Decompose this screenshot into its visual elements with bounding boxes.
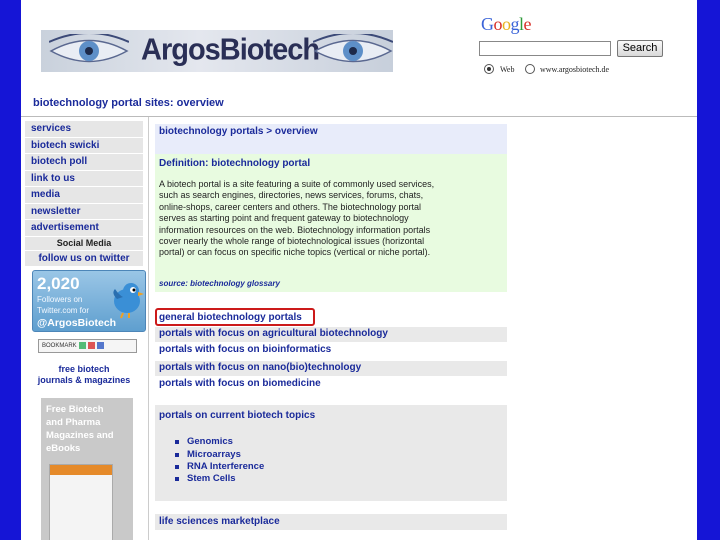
- promo-line: Free Biotech: [46, 404, 104, 415]
- promo-line: and Pharma: [46, 417, 101, 428]
- bullet-icon: [175, 465, 179, 469]
- nav-item-advertisement[interactable]: advertisement: [25, 220, 143, 237]
- social-media-heading: Social Media: [25, 236, 143, 251]
- topic-stem-cells[interactable]: Stem Cells: [187, 473, 236, 484]
- radio-web-label: Web: [500, 65, 515, 74]
- share-icon: [96, 341, 104, 349]
- eye-graphic-left: [49, 34, 129, 63]
- twitter-bird-icon: [113, 283, 144, 319]
- search-input[interactable]: [479, 41, 611, 56]
- free-journals-line1: free biotech: [58, 364, 110, 374]
- bullet-icon: [175, 440, 179, 444]
- definition-line: serves as starting point and frequent ga…: [159, 213, 409, 224]
- radio-site-label: www.argosbiotech.de: [540, 65, 610, 74]
- nav-item-link-to-us[interactable]: link to us: [25, 170, 143, 187]
- link-agricultural-portals[interactable]: portals with focus on agricultural biote…: [159, 328, 388, 339]
- magazine-cover-image: [49, 464, 113, 540]
- follow-twitter-link[interactable]: follow us on twitter: [25, 250, 143, 267]
- definition-line: cover nearly the whole range of biotechn…: [159, 236, 425, 247]
- definition-line: online-shops, career centers and others.…: [159, 201, 421, 212]
- topic-microarrays[interactable]: Microarrays: [187, 449, 241, 460]
- search-button[interactable]: Search: [617, 40, 663, 57]
- content-heading: biotechnology portals > overview: [159, 126, 318, 137]
- google-letter: g: [510, 14, 520, 34]
- definition-line: such as search engines, directories, new…: [159, 190, 424, 201]
- definition-title: Definition: biotechnology portal: [159, 158, 311, 169]
- magazine-promo[interactable]: Free Biotech and Pharma Magazines and eB…: [41, 398, 133, 540]
- topic-rna-interference[interactable]: RNA Interference: [187, 461, 264, 472]
- radio-site[interactable]: [525, 64, 535, 74]
- source-label: source:: [159, 279, 188, 288]
- bullet-icon: [175, 453, 179, 457]
- argosbiotech-banner[interactable]: ArgosBiotech: [41, 30, 393, 72]
- promo-line: Magazines and: [46, 430, 114, 441]
- eye-graphic-right: [313, 34, 393, 63]
- followers-label: Followers on: [37, 295, 83, 304]
- nav-item-biotech-poll[interactable]: biotech poll: [25, 154, 143, 171]
- radio-web[interactable]: [484, 64, 494, 74]
- header-divider: [21, 116, 697, 117]
- sidebar-divider: [148, 117, 149, 540]
- current-topics-heading[interactable]: portals on current biotech topics: [159, 410, 315, 421]
- nav-item-biotech-swicki[interactable]: biotech swicki: [25, 137, 143, 154]
- free-journals-link[interactable]: free biotech journals & magazines: [25, 364, 143, 386]
- definition-line: portal) or can focus on specific niche t…: [159, 247, 431, 258]
- free-journals-line2: journals & magazines: [37, 375, 131, 385]
- magazine-promo-title: Free Biotech and Pharma Magazines and eB…: [46, 403, 130, 455]
- logo-text: ArgosBiotech: [141, 33, 320, 67]
- google-logo: Google: [481, 14, 531, 35]
- twitter-followers-widget[interactable]: 2,020 Followers on Twitter.com for @Argo…: [32, 270, 146, 332]
- link-bioinformatics-portals[interactable]: portals with focus on bioinformatics: [159, 344, 331, 355]
- nav-item-services[interactable]: services: [25, 121, 143, 138]
- google-letter: e: [523, 14, 532, 34]
- nav-item-media[interactable]: media: [25, 187, 143, 204]
- definition-body: A biotech portal is a site featuring a s…: [159, 179, 495, 259]
- twitter-handle: @ArgosBiotech: [37, 317, 117, 329]
- sidebar-nav: services biotech swicki biotech poll lin…: [25, 121, 143, 267]
- promo-line: eBooks: [46, 443, 81, 454]
- follower-count: 2,020: [37, 274, 80, 293]
- link-life-sciences-marketplace[interactable]: life sciences marketplace: [159, 516, 280, 527]
- page-title: biotechnology portal sites: overview: [33, 97, 224, 109]
- google-letter: o: [502, 14, 511, 34]
- share-icon: [87, 341, 95, 349]
- bookmark-share-button[interactable]: BOOKMARK: [38, 339, 137, 353]
- twitter-label: Twitter.com for: [37, 306, 90, 315]
- link-nanobiotech-portals[interactable]: portals with focus on nano(bio)technolog…: [159, 362, 361, 373]
- browser-page: ArgosBiotech Google Search Web www.argos…: [21, 0, 697, 540]
- topic-genomics[interactable]: Genomics: [187, 436, 233, 447]
- bullet-icon: [175, 477, 179, 481]
- glossary-link[interactable]: biotechnology glossary: [190, 279, 280, 288]
- share-icon: [78, 341, 86, 349]
- definition-block: Definition: biotechnology portal A biote…: [159, 158, 495, 259]
- link-biomedicine-portals[interactable]: portals with focus on biomedicine: [159, 378, 321, 389]
- source-line: source: biotechnology glossary: [159, 279, 280, 288]
- bookmark-label: BOOKMARK: [42, 343, 77, 349]
- definition-line: information resources on the web. Biotec…: [159, 224, 431, 235]
- definition-line: A biotech portal is a site featuring a s…: [159, 179, 435, 189]
- link-general-portals[interactable]: general biotechnology portals: [159, 312, 302, 323]
- google-letter: G: [481, 14, 494, 34]
- nav-item-newsletter[interactable]: newsletter: [25, 203, 143, 220]
- google-letter: o: [493, 14, 503, 34]
